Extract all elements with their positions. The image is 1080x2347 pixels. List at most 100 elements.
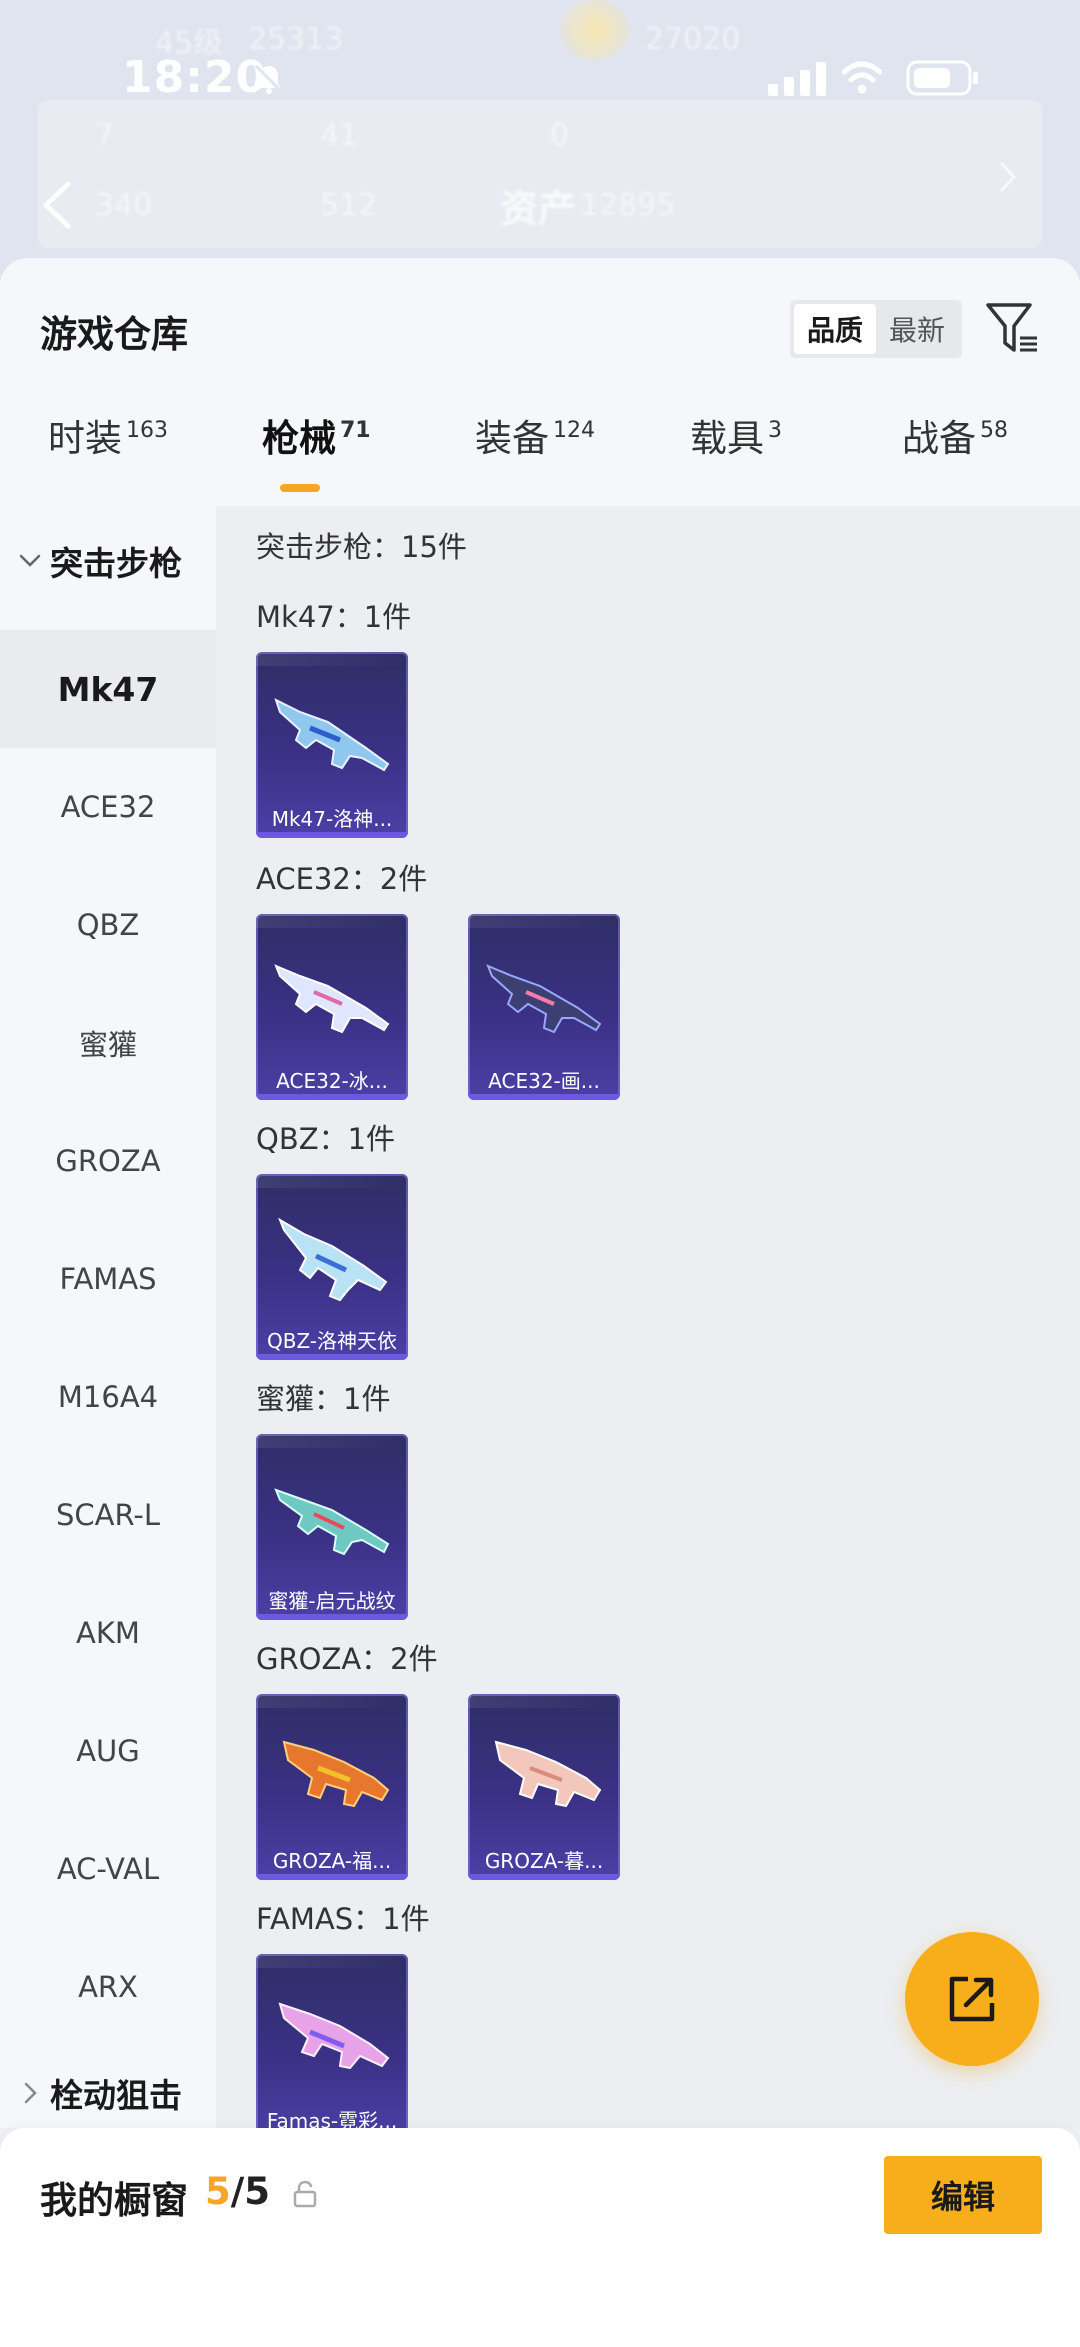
share-button[interactable] (905, 1932, 1039, 2066)
tab-count: 71 (340, 418, 371, 443)
rarity-bar (256, 832, 408, 838)
sheet-header: 游戏仓库 品质 最新 时装 163 枪械 71 装备 124 载具 3 战备 58 (0, 258, 1080, 508)
rifle-skin-icon (274, 698, 390, 772)
skin-card[interactable]: QBZ-洛神天依 (256, 1174, 408, 1360)
skin-label: ACE32-冰... (276, 1069, 388, 1093)
sidebar-item-scar-l[interactable]: SCAR-L (0, 1456, 216, 1574)
sidebar-item-qbz[interactable]: QBZ (0, 866, 216, 984)
section-header: Mk47：1件 (256, 600, 412, 634)
category-summary: 突击步枪：15件 (256, 530, 467, 564)
sidebar-item-arx[interactable]: ARX (0, 1928, 216, 2046)
tab-label: 装备 (475, 417, 549, 460)
skin-card[interactable]: GROZA-福... (256, 1694, 408, 1880)
status-time: 18:20 (122, 52, 268, 103)
stat-1: 7 (95, 118, 115, 153)
wifi-icon (842, 61, 882, 94)
stat-2: 41 (320, 118, 359, 153)
sidebar-item-ace32[interactable]: ACE32 (0, 748, 216, 866)
tab-vehicles[interactable]: 载具 3 (690, 408, 782, 504)
rifle-skin-icon (494, 1740, 602, 1808)
tab-label: 载具 (690, 417, 764, 460)
sidebar-group-assault-rifles[interactable]: 突击步枪 (0, 506, 216, 616)
tab-count: 163 (126, 418, 168, 443)
chevron-right-icon (24, 2082, 37, 2104)
rifle-skin-icon (282, 1740, 390, 1808)
section-header: ACE32：2件 (256, 862, 428, 896)
skin-card[interactable]: Mk47-洛神... (256, 652, 408, 838)
chevron-down-icon (19, 554, 41, 567)
sidebar-group-label: 突击步枪 (50, 544, 182, 583)
rifle-skin-icon (277, 1217, 388, 1302)
active-tab-indicator (280, 484, 320, 492)
sort-quality-button[interactable]: 品质 (794, 304, 876, 354)
tab-label: 枪械 (262, 417, 336, 460)
skin-card[interactable]: GROZA-暮... (468, 1694, 620, 1880)
sidebar-item-mk47[interactable]: Mk47 (0, 630, 216, 748)
skin-label: 蜜獾-启元战纹 (268, 1589, 396, 1613)
edit-button[interactable]: 编辑 (884, 2156, 1042, 2234)
rarity-bar (468, 1874, 620, 1880)
tab-supplies[interactable]: 战备 58 (902, 408, 1008, 504)
weapon-skin-list: 突击步枪：15件 Mk47：1件 Mk47-洛神... ACE32：2件 ACE… (216, 506, 1080, 2128)
rarity-bar (256, 1614, 408, 1620)
tab-count: 58 (980, 418, 1008, 443)
rifle-skin-icon (274, 1488, 390, 1556)
sidebar-item-m16a4[interactable]: M16A4 (0, 1338, 216, 1456)
sidebar-group-bolt-snipers[interactable]: 栓动狙击 (0, 2038, 216, 2128)
chevron-right-icon[interactable] (996, 160, 1020, 194)
showcase-count-total: /5 (230, 2170, 271, 2213)
skin-card[interactable]: 蜜獾-启元战纹 (256, 1434, 408, 1620)
skin-card[interactable]: Famas-霓彩... (256, 1954, 408, 2128)
status-bar: 18:20 (0, 40, 1080, 120)
section-header: QBZ：1件 (256, 1122, 396, 1156)
sidebar-item-aug[interactable]: AUG (0, 1692, 216, 1810)
tab-fashion[interactable]: 时装 163 (48, 408, 168, 504)
stat-4: 340 (95, 188, 153, 223)
tab-equipment[interactable]: 装备 124 (475, 408, 595, 504)
stat-5: 512 (320, 188, 378, 223)
category-tabs: 时装 163 枪械 71 装备 124 载具 3 战备 58 (0, 408, 1080, 504)
skin-label: GROZA-暮... (484, 1849, 604, 1873)
sort-newest-button[interactable]: 最新 (876, 304, 958, 354)
skin-card[interactable]: ACE32-冰... (256, 914, 408, 1100)
sort-toggle: 品质 最新 (790, 300, 962, 358)
showcase-title: 我的橱窗 (40, 2179, 188, 2222)
showcase-count-current: 5 (205, 2170, 231, 2213)
rarity-bar (256, 1874, 408, 1880)
bell-muted-icon (254, 64, 284, 94)
skin-label: Mk47-洛神... (271, 807, 393, 831)
lock-icon (293, 2180, 317, 2208)
back-arrow-icon[interactable] (38, 180, 74, 230)
tab-count: 3 (768, 418, 782, 443)
rifle-skin-icon (278, 2002, 390, 2070)
asset-label: 资产 (500, 187, 577, 231)
page-title: 游戏仓库 (40, 313, 188, 356)
showcase-bar: 我的橱窗 5/5 编辑 (0, 2128, 1080, 2347)
rarity-bar (256, 1094, 408, 1100)
stat-3: 0 (550, 118, 570, 153)
tab-label: 时装 (48, 417, 122, 460)
showcase-count: 5/5 (205, 2170, 270, 2213)
filter-icon[interactable] (985, 300, 1039, 356)
rarity-bar (256, 1354, 408, 1360)
section-header: FAMAS：1件 (256, 1902, 430, 1936)
sidebar-item-famas[interactable]: FAMAS (0, 1220, 216, 1338)
share-icon (949, 1976, 995, 2022)
sidebar-item-ac-val[interactable]: AC-VAL (0, 1810, 216, 1928)
skin-label: GROZA-福... (272, 1849, 392, 1873)
tab-count: 124 (553, 418, 595, 443)
asset-value: 12895 (580, 188, 676, 223)
sidebar-group-label: 栓动狙击 (50, 2076, 182, 2115)
sidebar-item-akm[interactable]: AKM (0, 1574, 216, 1692)
section-header: GROZA：2件 (256, 1642, 438, 1676)
skin-card[interactable]: ACE32-画... (468, 914, 620, 1100)
skin-label: ACE32-画... (488, 1069, 600, 1093)
rarity-bar (468, 1094, 620, 1100)
weapon-sidebar: 突击步枪 Mk47 ACE32 QBZ 蜜獾 GROZA FAMAS M16A4… (0, 506, 216, 2128)
skin-label: QBZ-洛神天依 (266, 1329, 398, 1353)
sidebar-item-honey-badger[interactable]: 蜜獾 (0, 984, 216, 1102)
sidebar-item-groza[interactable]: GROZA (0, 1102, 216, 1220)
skin-label: Famas-霓彩... (266, 2109, 398, 2128)
tab-label: 战备 (902, 417, 976, 460)
signal-icon (768, 62, 826, 96)
